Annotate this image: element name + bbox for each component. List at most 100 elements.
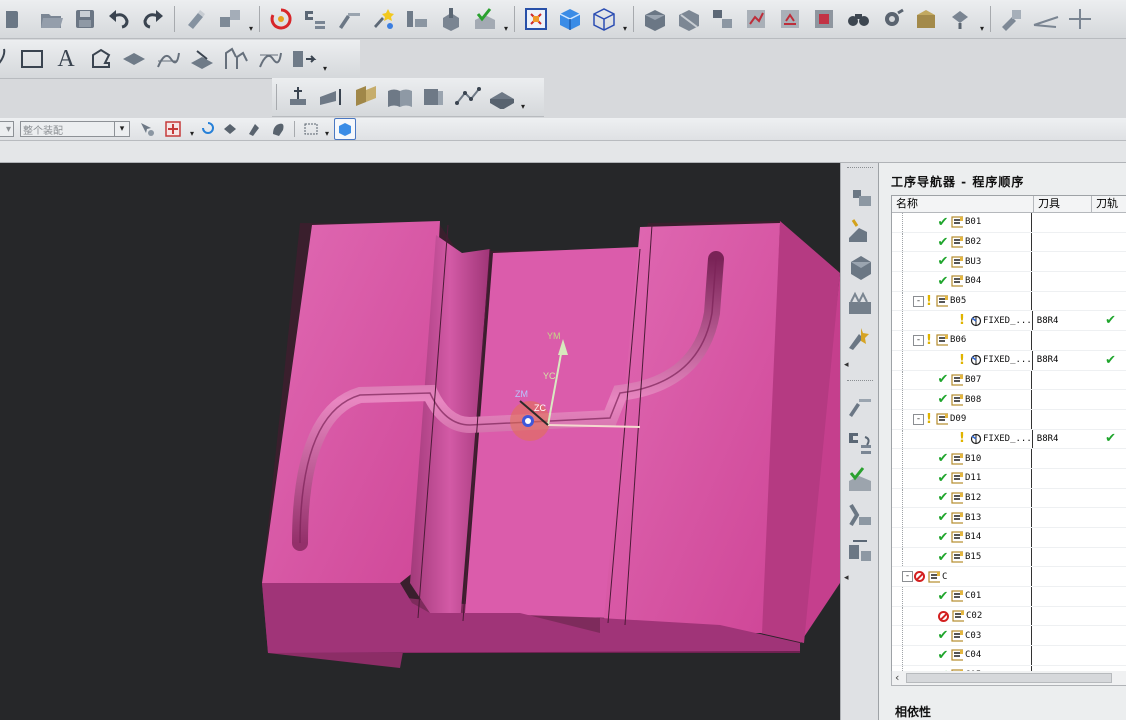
tree-row-name-cell[interactable]: ✔ B14 [892,528,1032,547]
cube-select-icon[interactable] [334,118,356,140]
snap-icon[interactable] [163,119,185,139]
create-operation-icon[interactable] [437,5,465,33]
constraint-navigator-icon[interactable] [845,216,875,246]
mold-part-model[interactable]: YM YC ZM ZC [0,163,840,720]
analysis2-icon[interactable] [777,5,805,33]
column-tool[interactable]: 刀具 [1034,196,1092,212]
book-icon[interactable] [386,83,414,111]
select-filter-icon[interactable] [137,119,157,139]
tree-row-name-cell[interactable]: -! D09 [892,409,1032,429]
tree-row[interactable]: ✔ B04 [892,272,1126,292]
project-curve-icon[interactable] [188,45,216,73]
arrow-icon[interactable] [199,119,215,139]
tree-row[interactable]: ✔ C04 [892,646,1126,666]
tree-row[interactable]: ✔ B07 [892,370,1126,391]
edit-object-icon[interactable] [182,5,210,33]
chevron-down-icon[interactable]: ▾ [323,120,331,138]
chevron-down-icon[interactable]: ▾ [519,83,527,111]
offset-curve-icon[interactable] [222,45,250,73]
datum-plane-icon[interactable] [284,83,312,111]
spline-icon[interactable] [256,45,284,73]
tree-row[interactable]: ✔ B15 [892,547,1126,568]
graphics-viewport[interactable]: YM YC ZM ZC [0,163,840,720]
scroll-thumb[interactable] [906,673,1112,683]
tree-row-name-cell[interactable]: ✔ B12 [892,488,1032,508]
column-toolpath[interactable]: 刀轨 [1092,196,1126,212]
new-icon[interactable] [3,5,31,33]
tree-row-name-cell[interactable]: ✔ B13 [892,508,1032,527]
tree-row-name-cell[interactable]: ✔ B04 [892,272,1032,291]
geometry-star-icon[interactable] [369,5,397,33]
chevron-down-icon[interactable]: ▾ [247,5,255,33]
tree-row[interactable]: ✔ C01 [892,587,1126,607]
tree-row[interactable]: ✔ B02 [892,232,1126,253]
open-icon[interactable] [37,5,65,33]
column-name[interactable]: 名称 [892,196,1034,212]
angle-icon[interactable] [1032,5,1060,33]
chevron-down-icon[interactable]: ▾ [502,5,510,33]
chevron-down-icon[interactable]: ▾ [188,120,196,138]
tree-row-name-cell[interactable]: ! FIXED_... [892,429,1033,449]
curve-icon[interactable] [154,45,182,73]
tree-row[interactable]: C02 [892,606,1126,627]
refresh-icon[interactable] [267,5,295,33]
machine-tool-icon[interactable] [335,5,363,33]
section-icon[interactable] [811,5,839,33]
tree-row-name-cell[interactable]: ✔ B07 [892,370,1032,390]
chevron-down-icon[interactable]: ▾ [621,5,629,33]
surface-icon[interactable] [120,45,148,73]
arc-icon[interactable] [0,45,12,73]
collapse-toggle-icon[interactable]: - [902,571,913,583]
tree-row[interactable]: ! FIXED_... B8R4 ✔ [892,350,1126,371]
feature-navigator-icon[interactable] [845,501,875,531]
tree-row-name-cell[interactable]: -C [892,567,1032,587]
tree-row[interactable]: -! B06 [892,331,1126,351]
tree-row[interactable]: ! FIXED_... B8R4 ✔ [892,429,1126,450]
binoculars-icon[interactable] [845,5,873,33]
select-box-icon[interactable] [302,119,320,139]
method-icon[interactable] [403,5,431,33]
sweep-icon[interactable] [318,83,346,111]
tree-row[interactable]: ✔ D11 [892,468,1126,489]
tree-row-name-cell[interactable]: ! FIXED_... [892,311,1033,331]
undo-icon[interactable] [105,5,133,33]
wireframe-view-icon[interactable] [590,5,618,33]
tree-row-name-cell[interactable]: ✔ B08 [892,390,1032,409]
tree-row[interactable]: ✔ B12 [892,488,1126,509]
tree-row[interactable]: -! D09 [892,409,1126,430]
machine-tool-navigator-icon[interactable] [845,393,875,423]
assembly-icon[interactable] [709,5,737,33]
reuse-library-icon[interactable] [845,288,875,318]
tree-row[interactable]: ✔ B14 [892,528,1126,548]
tree-row-name-cell[interactable]: ✔ C01 [892,587,1032,606]
tree-row[interactable]: ✔ C03 [892,626,1126,647]
type-filter-combo[interactable]: ▾ [0,121,14,137]
tree-row-name-cell[interactable]: ! FIXED_... [892,350,1033,370]
hd3d-tools-icon[interactable] [845,324,875,354]
tree-row-name-cell[interactable]: ✔ C04 [892,646,1032,665]
collapse-toggle-icon[interactable]: - [913,295,924,307]
history-icon[interactable] [845,537,875,567]
rectangle-icon[interactable] [18,45,46,73]
assembly-navigator-icon[interactable] [845,180,875,210]
tree-row-name-cell[interactable]: ✔ B02 [892,232,1032,252]
tree-row[interactable]: ✔ BU3 [892,252,1126,273]
verify-navigator-icon[interactable] [845,465,875,495]
verify-icon[interactable] [471,5,499,33]
shape-icon[interactable] [221,119,239,139]
redo-icon[interactable] [139,5,167,33]
tree-row-name-cell[interactable]: ✔ D11 [892,468,1032,488]
block-cut-icon[interactable] [675,5,703,33]
points-icon[interactable] [454,83,482,111]
dependencies-label[interactable]: 相依性 [895,703,931,720]
tree-row[interactable]: ✔ B01 [892,213,1126,233]
gear-icon[interactable] [879,5,907,33]
tree-row-name-cell[interactable]: ✔ B10 [892,449,1032,468]
collapse-toggle-icon[interactable]: - [913,334,924,346]
crosshair-icon[interactable] [1066,5,1094,33]
shaded-view-icon[interactable] [556,5,584,33]
measure-icon[interactable] [998,5,1026,33]
tree-row-name-cell[interactable]: ✔ BU3 [892,252,1032,272]
tree-row[interactable]: ! FIXED_... B8R4 ✔ [892,311,1126,332]
extrude-brown-icon[interactable] [352,83,380,111]
